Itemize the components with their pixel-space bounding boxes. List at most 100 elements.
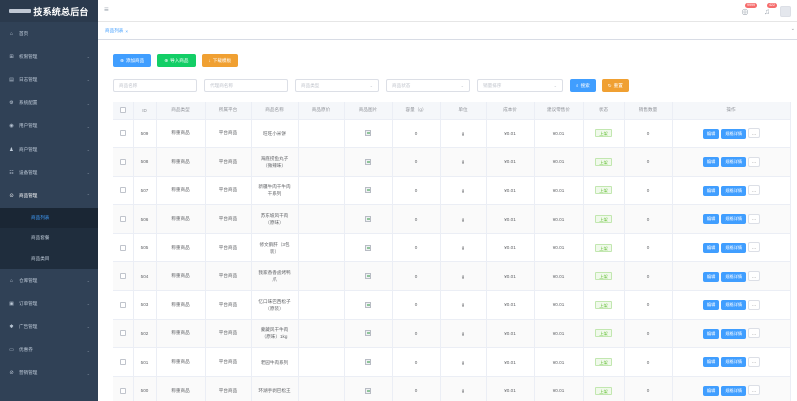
column-header: 操作	[672, 102, 791, 120]
sidebar-item-label: 仓库管理	[19, 277, 38, 283]
close-icon[interactable]: ×	[125, 29, 128, 34]
spec-detail-button[interactable]: 规格详情	[721, 157, 747, 168]
agent-name-input[interactable]: 代理商名称	[204, 79, 288, 92]
cell-unit: g	[440, 176, 487, 206]
cell-retail: ¥0.01	[534, 347, 584, 377]
notification-button[interactable]: ♫ 422	[760, 3, 777, 18]
edit-button[interactable]: 编辑	[702, 157, 720, 168]
tab-goods-list[interactable]: 商品列表 ×	[103, 26, 130, 36]
add-goods-button[interactable]: ⊕ 添加商品	[113, 54, 152, 67]
sidebar-item-goods[interactable]: ⊙ 商品管理 ⌃	[0, 184, 98, 207]
sidebar-subitem[interactable]: 商品列表	[0, 207, 98, 228]
app-logo[interactable]: 技系统总后台	[0, 0, 98, 22]
edit-button[interactable]: 编辑	[702, 385, 720, 396]
edit-button[interactable]: 编辑	[702, 328, 720, 339]
sidebar-subitem[interactable]: 商品类目	[0, 249, 98, 270]
edit-button[interactable]: 编辑	[702, 271, 720, 282]
chevron-down-icon[interactable]: ⌄	[791, 26, 795, 32]
sidebar-item-order[interactable]: ▣ 订单管理 ⌄	[0, 292, 98, 315]
edit-button[interactable]: 编辑	[702, 128, 720, 139]
status-badge: 上架	[595, 300, 612, 309]
cell-retail: ¥0.01	[534, 176, 584, 206]
cell-cost: ¥0.01	[486, 176, 535, 206]
spec-detail-button[interactable]: 规格详情	[721, 185, 747, 196]
row-checkbox[interactable]	[119, 301, 126, 308]
cell-name: 苏东坡风干肉（原味）	[251, 204, 299, 234]
sales-sort-select[interactable]: 销量排序 ⌄	[477, 79, 563, 92]
more-button[interactable]: ...	[748, 328, 761, 339]
more-button[interactable]: ...	[748, 242, 761, 253]
sidebar-item-coupon[interactable]: ▭ 优惠券 ⌄	[0, 339, 98, 362]
row-checkbox[interactable]	[119, 330, 126, 337]
more-button[interactable]: ...	[748, 299, 761, 310]
select-all-checkbox[interactable]	[119, 107, 126, 114]
row-checkbox[interactable]	[119, 158, 126, 165]
sidebar-item-device[interactable]: ☷ 设备管理 ⌄	[0, 161, 98, 184]
more-button[interactable]: ...	[748, 356, 761, 367]
header-actions: ◎ 9999 ♫ 422	[730, 3, 791, 18]
sidebar-subitem[interactable]: 商品套餐	[0, 228, 98, 249]
cell-actions: 编辑 规格详情...	[672, 233, 791, 263]
sidebar-item-user[interactable]: ◉ 用户管理 ⌄	[0, 115, 98, 138]
row-checkbox[interactable]	[119, 387, 126, 394]
cell-platform: 平台商品	[205, 290, 252, 320]
spec-detail-button[interactable]: 规格详情	[721, 214, 747, 225]
chevron-icon: ⌄	[86, 147, 90, 153]
more-button[interactable]: ...	[748, 156, 761, 167]
cell-actions: 编辑 规格详情...	[672, 119, 791, 149]
row-checkbox[interactable]	[119, 130, 126, 137]
sidebar-item-home[interactable]: ⌂ 首页	[0, 22, 98, 45]
sidebar-item-lock[interactable]: ⊞ 权限管理 ⌄	[0, 45, 98, 68]
search-button[interactable]: ⌕ 搜索	[570, 79, 596, 92]
more-button[interactable]: ...	[748, 128, 761, 139]
row-select-cell	[113, 376, 134, 401]
row-checkbox[interactable]	[119, 216, 126, 223]
more-button[interactable]: ...	[748, 213, 761, 224]
edit-button[interactable]: 编辑	[702, 357, 720, 368]
edit-button[interactable]: 编辑	[702, 300, 720, 311]
cell-name: 新疆牛肉干牛肉干系列	[251, 176, 299, 206]
sidebar-item-gear[interactable]: ⚙ 系统配置 ⌄	[0, 92, 98, 115]
spec-detail-button[interactable]: 规格详情	[721, 385, 747, 396]
sidebar-item-ad[interactable]: ✱ 广告管理 ⌄	[0, 315, 98, 338]
more-button[interactable]: ...	[748, 385, 761, 396]
import-goods-label: 导入商品	[170, 57, 189, 63]
sidebar-item-marketing[interactable]: ⊘ 营销管理 ⌄	[0, 362, 98, 385]
column-header: 单位	[440, 102, 487, 120]
import-goods-button[interactable]: ⊕ 导入商品	[157, 54, 196, 67]
sidebar-item-merchant[interactable]: ♟ 商户管理 ⌄	[0, 138, 98, 161]
spec-detail-button[interactable]: 规格详情	[721, 328, 747, 339]
cell-capacity: 0	[392, 319, 441, 349]
chevron-icon: ⌄	[86, 77, 90, 83]
sidebar-item-warehouse[interactable]: ⌂ 仓库管理 ⌄	[0, 269, 98, 292]
avatar[interactable]	[780, 5, 791, 17]
reset-icon: ↻	[607, 82, 612, 88]
row-checkbox[interactable]	[119, 244, 126, 251]
row-checkbox[interactable]	[119, 187, 126, 194]
edit-button[interactable]: 编辑	[702, 242, 720, 253]
download-template-button[interactable]: ↓ 下载模板	[201, 54, 239, 67]
goods-name-input[interactable]: 商品名称	[113, 79, 197, 92]
cell-status: 上架	[583, 119, 625, 149]
goods-type-select[interactable]: 商品类型 ⌄	[295, 79, 379, 92]
column-header: 商品原价	[298, 102, 345, 120]
hamburger-icon[interactable]: ≡	[104, 6, 109, 14]
spec-detail-button[interactable]: 规格详情	[721, 128, 747, 139]
spec-detail-button[interactable]: 规格详情	[721, 300, 747, 311]
message-badge: 9999	[745, 3, 757, 8]
sidebar-item-log[interactable]: ▤ 日志管理 ⌄	[0, 68, 98, 91]
edit-button[interactable]: 编辑	[702, 214, 720, 225]
spec-detail-button[interactable]: 规格详情	[721, 242, 747, 253]
chevron-icon: ⌄	[86, 370, 90, 376]
reset-button[interactable]: ↻ 重置	[601, 79, 629, 92]
spec-detail-button[interactable]: 规格详情	[721, 271, 747, 282]
goods-status-select[interactable]: 商品状态 ⌄	[386, 79, 470, 92]
more-button[interactable]: ...	[748, 185, 761, 196]
edit-button[interactable]: 编辑	[702, 185, 720, 196]
row-checkbox[interactable]	[119, 359, 126, 366]
chevron-icon: ⌄	[86, 301, 90, 307]
more-button[interactable]: ...	[748, 271, 761, 282]
message-button[interactable]: ◎ 9999	[738, 3, 757, 18]
row-checkbox[interactable]	[119, 273, 126, 280]
spec-detail-button[interactable]: 规格详情	[721, 357, 747, 368]
